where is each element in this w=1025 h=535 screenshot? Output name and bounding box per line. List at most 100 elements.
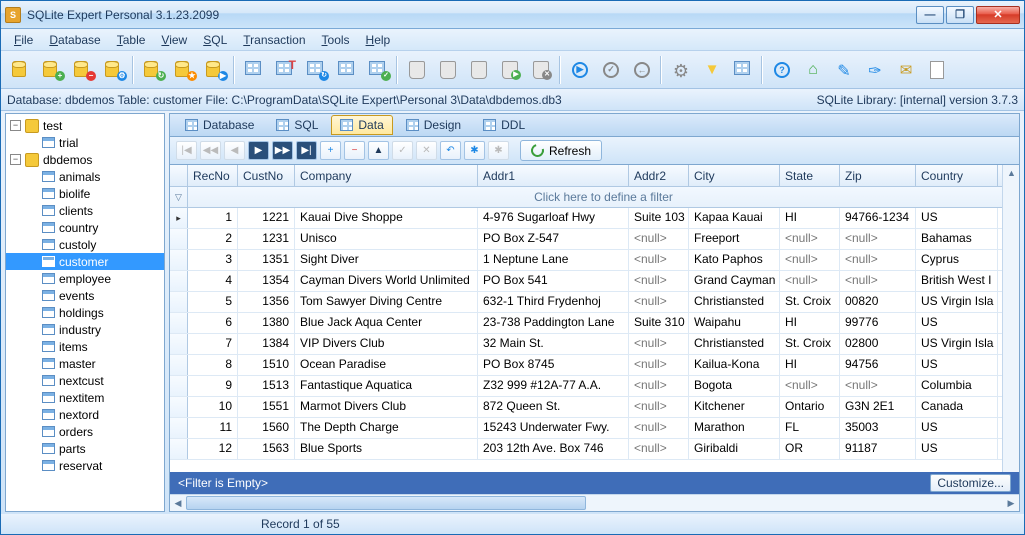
- cell-custno[interactable]: 1231: [238, 229, 295, 249]
- cell-country[interactable]: US Virgin Isla: [916, 334, 998, 354]
- cell-company[interactable]: Ocean Paradise: [295, 355, 478, 375]
- cell-company[interactable]: Cayman Divers World Unlimited: [295, 271, 478, 291]
- cell-country[interactable]: US: [916, 208, 998, 228]
- cell-country[interactable]: British West I: [916, 271, 998, 291]
- db-new-button[interactable]: +: [38, 56, 66, 84]
- nav-first-button[interactable]: |◀: [176, 141, 197, 160]
- table-row[interactable]: 31351Sight Diver1 Neptune Lane<null>Kato…: [170, 250, 1019, 271]
- cell-country[interactable]: US: [916, 313, 998, 333]
- cell-addr1[interactable]: PO Box 8745: [478, 355, 629, 375]
- tree-table-events[interactable]: events: [6, 287, 164, 304]
- cell-addr1[interactable]: 23-738 Paddington Lane: [478, 313, 629, 333]
- cell-state[interactable]: <null>: [780, 229, 840, 249]
- tree-table-reservat[interactable]: reservat: [6, 457, 164, 474]
- cell-recno[interactable]: 12: [188, 439, 238, 459]
- cell-addr2[interactable]: Suite 103: [629, 208, 689, 228]
- cell-state[interactable]: St. Croix: [780, 292, 840, 312]
- cell-country[interactable]: US: [916, 355, 998, 375]
- cell-state[interactable]: <null>: [780, 376, 840, 396]
- nav-delete-button[interactable]: −: [344, 141, 365, 160]
- nav-bookmark-button[interactable]: ✱: [464, 141, 485, 160]
- db-close-button[interactable]: −: [69, 56, 97, 84]
- cell-company[interactable]: The Depth Charge: [295, 418, 478, 438]
- horizontal-scrollbar[interactable]: ◀ ▶: [170, 494, 1019, 511]
- tree-table-nextitem[interactable]: nextitem: [6, 389, 164, 406]
- options-button[interactable]: ⚙: [667, 56, 695, 84]
- cell-custno[interactable]: 1560: [238, 418, 295, 438]
- collapse-icon[interactable]: −: [10, 120, 21, 131]
- filter-button[interactable]: ▼: [698, 56, 726, 84]
- column-header-country[interactable]: Country: [916, 165, 998, 186]
- script-open-button[interactable]: [434, 56, 462, 84]
- menu-tools[interactable]: Tools: [315, 31, 357, 49]
- nav-prev-button[interactable]: ◀: [224, 141, 245, 160]
- cell-addr2[interactable]: <null>: [629, 439, 689, 459]
- collapse-icon[interactable]: −: [10, 154, 21, 165]
- grid-button[interactable]: [729, 56, 757, 84]
- scroll-right-icon[interactable]: ▶: [1003, 495, 1019, 512]
- cell-zip[interactable]: <null>: [840, 271, 916, 291]
- cell-addr2[interactable]: <null>: [629, 334, 689, 354]
- db-exec-button[interactable]: ▶: [201, 56, 229, 84]
- cell-zip[interactable]: <null>: [840, 250, 916, 270]
- tree-table-parts[interactable]: parts: [6, 440, 164, 457]
- cell-state[interactable]: St. Croix: [780, 334, 840, 354]
- cell-addr1[interactable]: 15243 Underwater Fwy.: [478, 418, 629, 438]
- cell-city[interactable]: Waipahu: [689, 313, 780, 333]
- tree-table-master[interactable]: master: [6, 355, 164, 372]
- cell-recno[interactable]: 3: [188, 250, 238, 270]
- grid-body[interactable]: ▸11221Kauai Dive Shoppe4-976 Sugarloaf H…: [170, 208, 1019, 472]
- cell-country[interactable]: Bahamas: [916, 229, 998, 249]
- cell-recno[interactable]: 6: [188, 313, 238, 333]
- nav-cancel-button[interactable]: ✕: [416, 141, 437, 160]
- table-row[interactable]: 91513Fantastique AquaticaZ32 999 #12A-77…: [170, 376, 1019, 397]
- cell-custno[interactable]: 1356: [238, 292, 295, 312]
- cell-addr2[interactable]: <null>: [629, 418, 689, 438]
- about-button[interactable]: [923, 56, 951, 84]
- cell-addr2[interactable]: <null>: [629, 397, 689, 417]
- tree-table-trial[interactable]: trial: [6, 134, 164, 151]
- cell-country[interactable]: US: [916, 418, 998, 438]
- tree-table-biolife[interactable]: biolife: [6, 185, 164, 202]
- nav-edit-button[interactable]: ▲: [368, 141, 389, 160]
- cell-city[interactable]: Kapaa Kauai: [689, 208, 780, 228]
- menu-sql[interactable]: SQL: [196, 31, 234, 49]
- cell-zip[interactable]: 00820: [840, 292, 916, 312]
- cell-custno[interactable]: 1513: [238, 376, 295, 396]
- table-new-button[interactable]: [240, 56, 268, 84]
- tree-table-industry[interactable]: industry: [6, 321, 164, 338]
- cell-zip[interactable]: <null>: [840, 229, 916, 249]
- cell-addr1[interactable]: 32 Main St.: [478, 334, 629, 354]
- tree-table-nextcust[interactable]: nextcust: [6, 372, 164, 389]
- table-row[interactable]: 121563Blue Sports203 12th Ave. Box 746<n…: [170, 439, 1019, 460]
- nav-goto-button[interactable]: ✱: [488, 141, 509, 160]
- cell-zip[interactable]: G3N 2E1: [840, 397, 916, 417]
- cell-city[interactable]: Kitchener: [689, 397, 780, 417]
- tab-database[interactable]: Database: [176, 115, 263, 135]
- filter-row[interactable]: ▽ Click here to define a filter: [170, 187, 1019, 208]
- cell-country[interactable]: US Virgin Isla: [916, 292, 998, 312]
- tree-db-dbdemos[interactable]: −dbdemos: [6, 151, 164, 168]
- vertical-scrollbar[interactable]: ▲: [1002, 165, 1019, 472]
- menu-help[interactable]: Help: [359, 31, 398, 49]
- cell-addr1[interactable]: 4-976 Sugarloaf Hwy: [478, 208, 629, 228]
- cell-city[interactable]: Kailua-Kona: [689, 355, 780, 375]
- cell-company[interactable]: VIP Divers Club: [295, 334, 478, 354]
- tree-table-clients[interactable]: clients: [6, 202, 164, 219]
- cell-recno[interactable]: 8: [188, 355, 238, 375]
- cell-addr2[interactable]: <null>: [629, 250, 689, 270]
- home-button[interactable]: ⌂: [799, 56, 827, 84]
- rollback-button[interactable]: ←: [628, 56, 656, 84]
- column-header-company[interactable]: Company: [295, 165, 478, 186]
- column-header-city[interactable]: City: [689, 165, 780, 186]
- cell-recno[interactable]: 7: [188, 334, 238, 354]
- menu-view[interactable]: View: [154, 31, 194, 49]
- cell-addr2[interactable]: Suite 310: [629, 313, 689, 333]
- refresh-button[interactable]: Refresh: [520, 140, 602, 161]
- cell-state[interactable]: <null>: [780, 271, 840, 291]
- tree-table-animals[interactable]: animals: [6, 168, 164, 185]
- column-header-custno[interactable]: CustNo: [238, 165, 295, 186]
- cell-city[interactable]: Christiansted: [689, 292, 780, 312]
- nav-prevpage-button[interactable]: ◀◀: [200, 141, 221, 160]
- table-row[interactable]: 41354Cayman Divers World UnlimitedPO Box…: [170, 271, 1019, 292]
